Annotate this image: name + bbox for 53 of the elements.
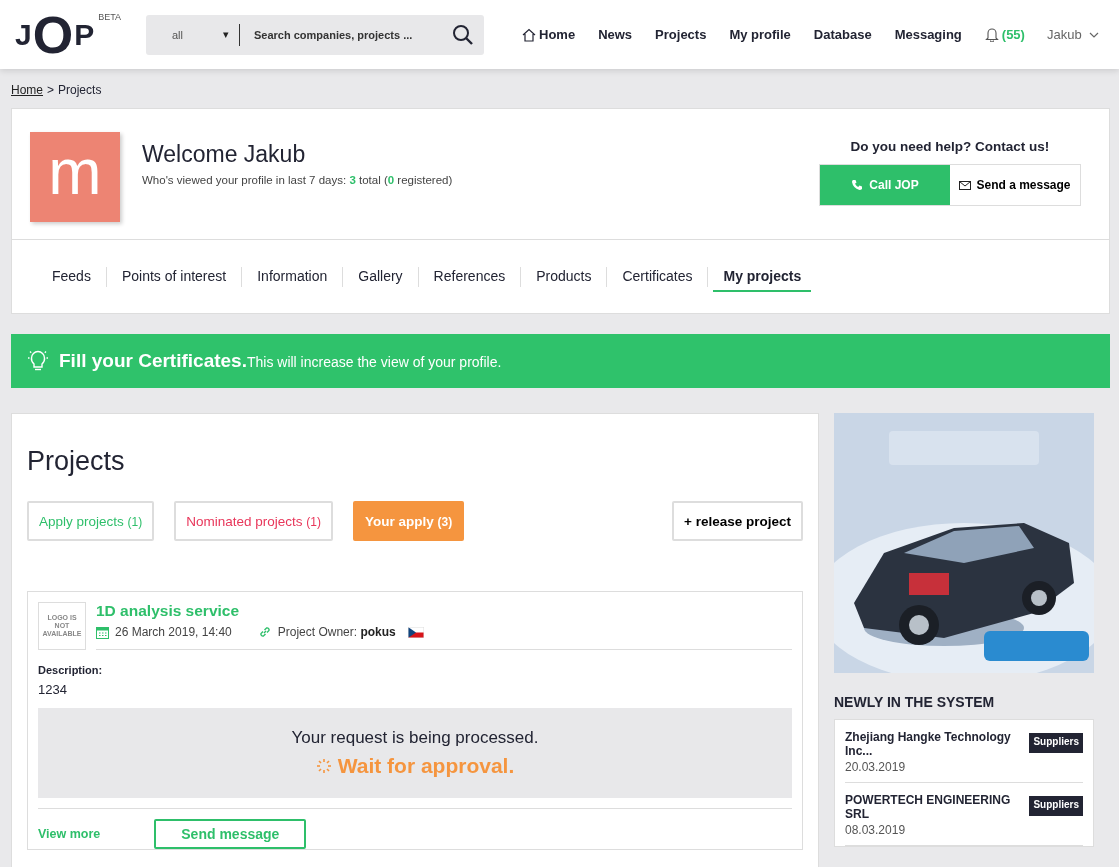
breadcrumb-text: > [47, 83, 55, 97]
tip-text: Fill your Certificates.This will increase the view of your profile. [59, 350, 502, 372]
nav-link[interactable]: Projects [655, 27, 707, 42]
profile-tab[interactable]: Points of interest [111, 261, 237, 292]
profile-tab[interactable]: Certificates [612, 261, 703, 292]
projects-title: Projects [27, 446, 126, 477]
avatar: m [30, 132, 120, 222]
company-link[interactable]: POWERTECH ENGINEERING SRL [845, 793, 1020, 821]
beta-label: BETA [98, 11, 121, 22]
filter-button[interactable]: Nominated projects (1) [174, 501, 333, 541]
project-date: 26 March 2019, 14:40 [115, 625, 232, 639]
category-tag: Suppliers [1029, 796, 1083, 816]
nav-link[interactable]: Messaging [894, 27, 962, 42]
lightbulb-icon [27, 349, 49, 373]
envelope-icon [959, 180, 972, 190]
company-date: 08.03.2019 [845, 823, 907, 837]
profile-tab[interactable]: Products [526, 261, 602, 292]
czech-flag-icon [407, 626, 424, 638]
search-icon[interactable] [452, 23, 474, 46]
help-title: Do you need help? Contact us! [850, 139, 1050, 154]
nav-link[interactable]: My profile [729, 27, 791, 42]
chevron-down-icon [1088, 31, 1099, 38]
company-link[interactable]: Zhejiang Hangke Technology Inc... [845, 730, 1020, 758]
profile-tab[interactable]: References [423, 261, 516, 292]
company-date: 20.03.2019 [845, 760, 907, 774]
description-text: 1234 [38, 682, 68, 697]
house-icon [522, 27, 536, 42]
nav-link[interactable]: News [598, 27, 633, 42]
description-label: Description: [38, 664, 104, 676]
breadcrumb-text: Projects [58, 83, 102, 97]
status-title: Your request is being processed. [291, 728, 539, 748]
user-menu[interactable]: Jakub [1046, 27, 1099, 42]
profile-tab[interactable]: My projects [713, 261, 812, 292]
newly-title: NEWLY IN THE SYSTEM [834, 694, 996, 710]
scope-dropdown[interactable]: all ▾ [146, 23, 240, 46]
nav-link[interactable]: Home [522, 27, 576, 42]
release-project-button[interactable]: + release project [672, 501, 803, 541]
link-icon [257, 625, 272, 639]
nav-link[interactable]: Database [813, 27, 872, 42]
project-owner: Project Owner: pokus [277, 625, 396, 639]
category-tag: Suppliers [1029, 733, 1083, 753]
bell-icon [984, 27, 999, 42]
phone-icon [851, 179, 864, 191]
breadcrumb-link[interactable]: Home [11, 83, 43, 97]
welcome-title: Welcome Jakub [142, 141, 307, 168]
calendar-icon [96, 625, 109, 639]
profile-views-text: Who's viewed your profile in last 7 days: 3 total (0 registered) [142, 174, 454, 186]
search-field[interactable]: Search companies, projects ... [252, 27, 452, 42]
profile-tab[interactable]: Feeds [42, 261, 101, 292]
profile-tab[interactable]: Information [247, 261, 338, 292]
spinner-icon [315, 758, 332, 774]
profile-tab[interactable]: Gallery [348, 261, 413, 292]
status-text: Wait for approval. [337, 754, 515, 778]
